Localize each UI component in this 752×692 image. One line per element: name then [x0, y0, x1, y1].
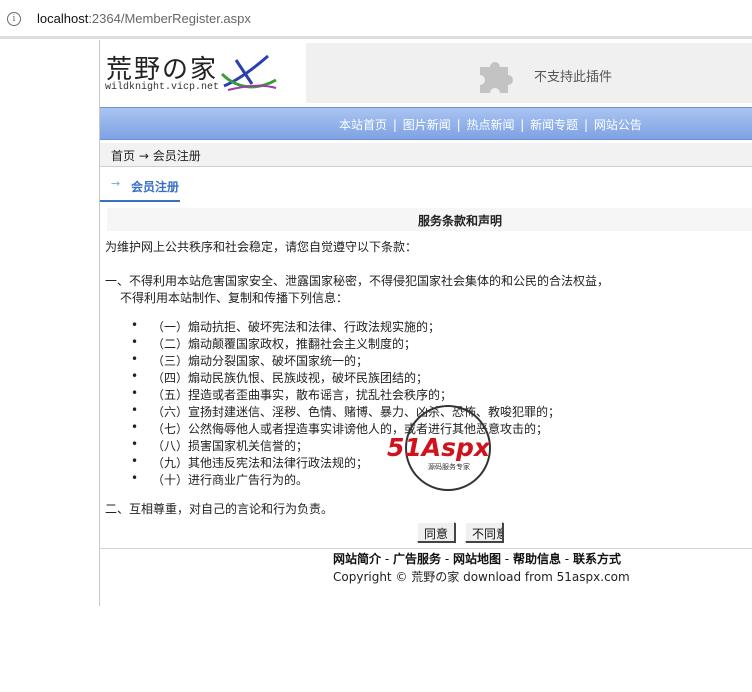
terms-heading-bar: 服务条款和声明	[107, 208, 752, 231]
terms-intro: 为维护网上公共秩序和社会稳定，请您自觉遵守以下条款：	[105, 240, 418, 254]
footer-link-help[interactable]: 帮助信息	[513, 552, 561, 566]
logo-subtitle: wildknight.vicp.net	[105, 82, 220, 93]
breadcrumb-home-link[interactable]: 首页	[111, 149, 135, 163]
terms-heading: 服务条款和声明	[418, 214, 503, 228]
url-field[interactable]: localhost:2364/MemberRegister.aspx	[37, 11, 251, 26]
nav-separator: |	[456, 118, 461, 132]
puzzle-piece-icon	[480, 62, 513, 93]
nav-separator: |	[520, 118, 525, 132]
browser-address-bar: i localhost:2364/MemberRegister.aspx	[0, 0, 752, 38]
url-host: localhost	[37, 11, 89, 26]
info-icon[interactable]: i	[7, 12, 21, 26]
footer-link-separator: -	[500, 552, 513, 566]
toolbar-divider	[0, 36, 752, 39]
nav-photo-news[interactable]: 图片新闻	[403, 118, 451, 132]
footer-links: 网站简介 - 广告服务 - 网站地图 - 帮助信息 - 联系方式	[333, 550, 621, 567]
logo-swoosh-icon	[220, 54, 277, 91]
agree-button[interactable]: 同意	[417, 522, 456, 542]
section-header: → 会员注册	[100, 172, 180, 202]
breadcrumb-current: 会员注册	[152, 149, 201, 163]
breadcrumb-arrow: →	[138, 149, 149, 163]
main-nav: 本站首页 | 图片新闻 | 热点新闻 | 新闻专题 | 网站公告	[100, 107, 752, 140]
breadcrumb: 首页 → 会员注册	[100, 143, 752, 167]
nav-announcements[interactable]: 网站公告	[594, 118, 642, 132]
watermark-tagline: 源码服务专家	[428, 462, 470, 471]
list-item: （二）煽动颠覆国家政权，推翻社会主义制度的；	[128, 335, 560, 352]
site-logo[interactable]: 荒野の家 wildknight.vicp.net	[100, 40, 305, 102]
nav-separator: |	[392, 118, 397, 132]
footer-link-separator: -	[441, 552, 453, 566]
terms-clause-1: 一、不得利用本站危害国家安全、泄露国家秘密，不得侵犯国家社会集体的和公民的合法权…	[105, 274, 610, 288]
footer-link-sitemap[interactable]: 网站地图	[453, 552, 501, 566]
nav-home[interactable]: 本站首页	[339, 118, 387, 132]
footer-link-about[interactable]: 网站简介	[333, 552, 381, 566]
logo-title: 荒野の家	[106, 55, 219, 85]
nav-news-topics[interactable]: 新闻专题	[530, 118, 578, 132]
disagree-button[interactable]: 不同意	[465, 522, 503, 542]
nav-hot-news[interactable]: 热点新闻	[466, 118, 514, 132]
footer-link-contact[interactable]: 联系方式	[573, 552, 621, 566]
plugin-unsupported-text: 不支持此插件	[534, 70, 613, 85]
page-container: 荒野の家 wildknight.vicp.net 不支持此插件 本站首页 | 图…	[99, 40, 752, 606]
list-item: （四）煽动民族仇恨、民族歧视，破坏民族团结的；	[128, 369, 560, 386]
arrow-right-icon: →	[111, 177, 121, 190]
plugin-placeholder: 不支持此插件	[306, 43, 752, 103]
footer-link-ads[interactable]: 广告服务	[393, 552, 441, 566]
section-title: 会员注册	[131, 180, 180, 194]
terms-clause-2: 二、互相尊重，对自己的言论和行为负责。	[105, 502, 334, 516]
footer-link-separator: -	[381, 552, 393, 566]
list-item: （五）捏造或者歪曲事实，散布谣言，扰乱社会秩序的；	[128, 386, 560, 403]
terms-clause-1-cont: 不得利用本站制作、复制和传播下列信息：	[120, 291, 349, 305]
nav-separator: |	[584, 118, 589, 132]
watermark-brand: 51Aspx	[387, 433, 491, 462]
footer-divider	[100, 548, 752, 549]
url-path: :2364/MemberRegister.aspx	[88, 11, 251, 26]
footer-link-separator: -	[560, 552, 573, 566]
list-item: （三）煽动分裂国家、破坏国家统一的；	[128, 352, 560, 369]
list-item: （一）煽动抗拒、破坏宪法和法律、行政法规实施的；	[128, 318, 560, 335]
copyright-text: Copyright © 荒野の家 download from 51aspx.co…	[333, 570, 630, 584]
watermark-logo: 51Aspx 源码服务专家	[387, 405, 491, 491]
